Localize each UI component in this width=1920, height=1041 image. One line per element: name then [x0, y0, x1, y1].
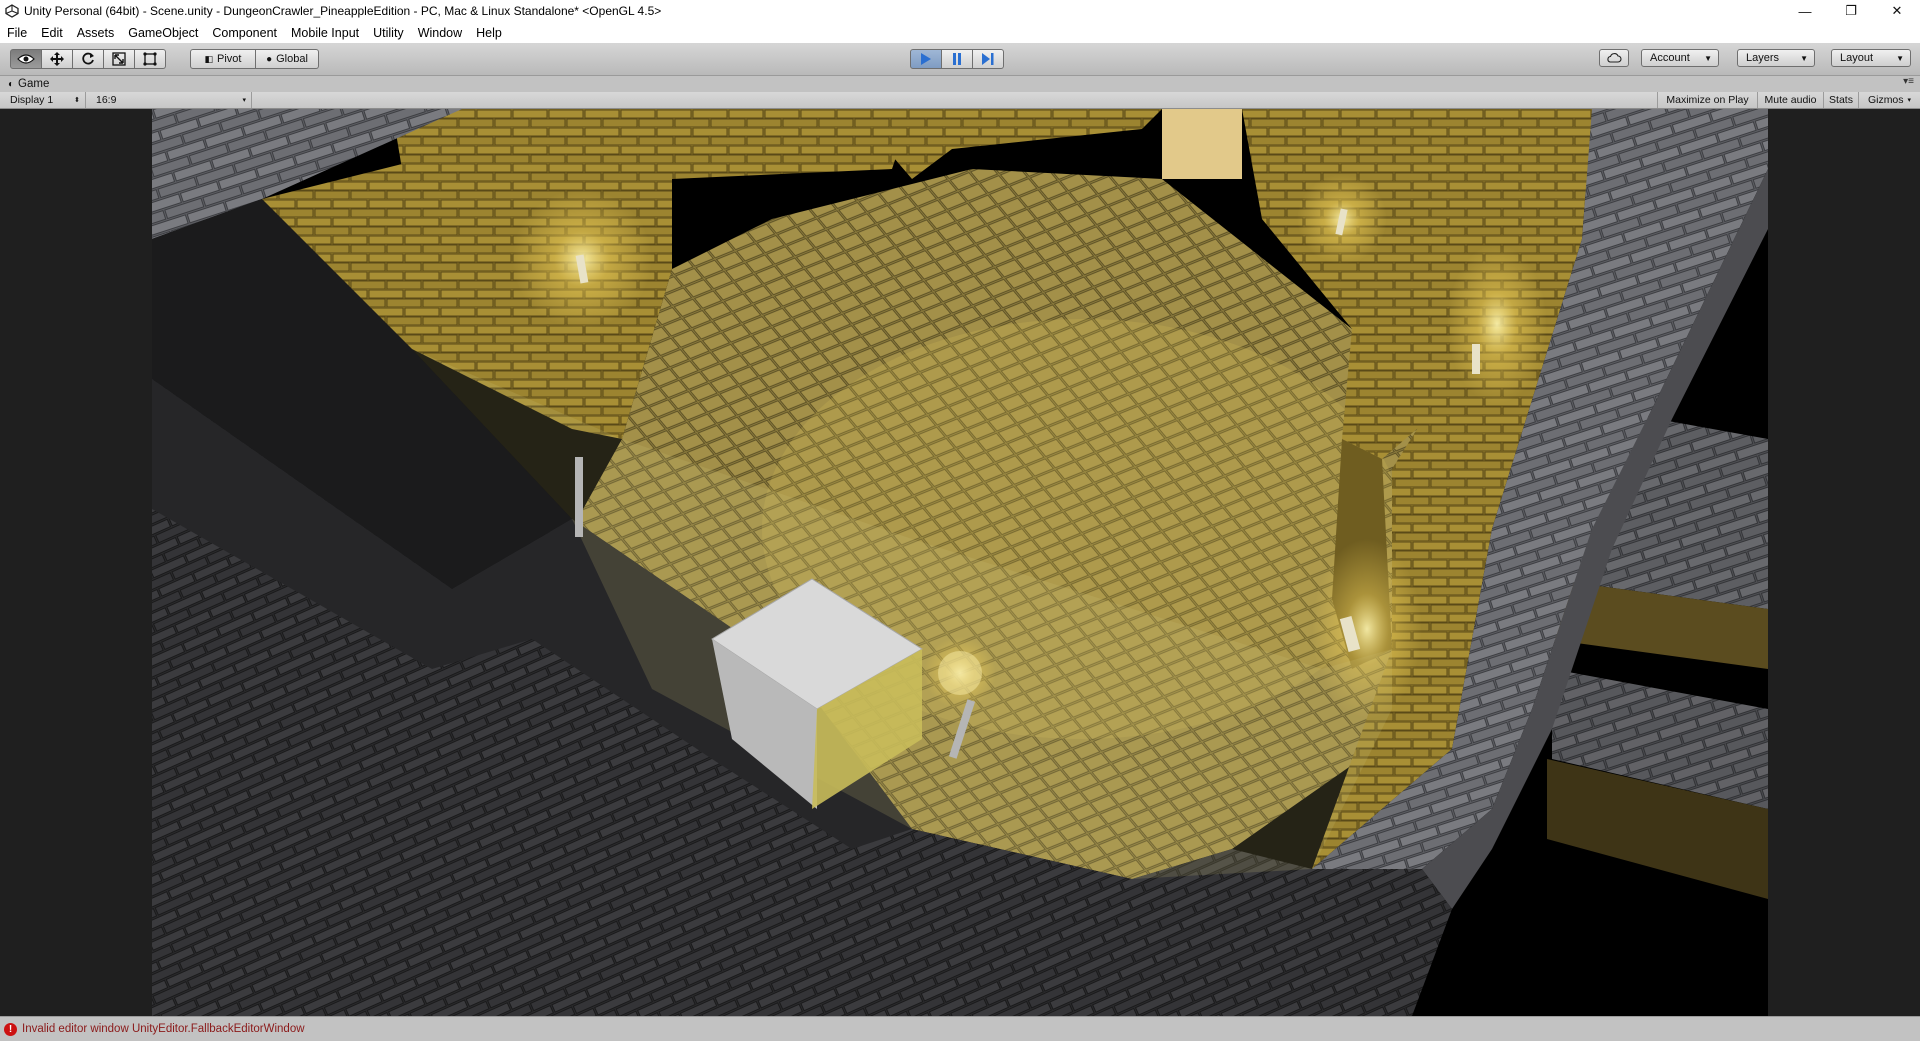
eye-icon	[17, 54, 35, 64]
tab-game-label: Game	[18, 78, 50, 90]
dropdown-arrow-icon: ▼	[1704, 53, 1712, 63]
pause-button[interactable]	[942, 49, 973, 69]
layers-dropdown[interactable]: Layers ▼	[1737, 49, 1815, 67]
menu-utility[interactable]: Utility	[366, 26, 411, 40]
menu-help[interactable]: Help	[469, 26, 509, 40]
pivot-label: Pivot	[217, 53, 242, 65]
pivot-icon: ◧	[204, 53, 214, 64]
menu-file[interactable]: File	[0, 26, 34, 40]
error-icon: !	[4, 1022, 17, 1036]
dropdown-arrow-icon: ▾	[242, 97, 246, 104]
menu-component[interactable]: Component	[205, 26, 284, 40]
display-label: Display 1	[10, 94, 54, 106]
game-render[interactable]	[152, 109, 1768, 1016]
menu-bar: File Edit Assets GameObject Component Mo…	[0, 22, 1920, 43]
scale-tool-button[interactable]	[104, 49, 135, 69]
gizmos-label: Gizmos	[1867, 94, 1904, 106]
game-view-controls: Display 1 ⬍ 16:9 ▾ Maximize on Play Mute…	[0, 92, 1920, 109]
move-tool-button[interactable]	[42, 49, 73, 69]
layout-dropdown[interactable]: Layout ▼	[1831, 49, 1911, 67]
transform-tools	[10, 49, 166, 69]
menu-window[interactable]: Window	[411, 26, 469, 40]
rotate-tool-button[interactable]	[73, 49, 104, 69]
gizmos-dropdown[interactable]: Gizmos ▾	[1858, 92, 1920, 108]
game-viewport[interactable]	[0, 109, 1920, 1016]
layers-label: Layers	[1746, 52, 1780, 64]
account-label: Account	[1650, 52, 1690, 64]
close-button[interactable]: ✕	[1874, 0, 1920, 22]
game-controller-icon: ◐	[8, 78, 15, 90]
status-message[interactable]: Invalid editor window UnityEditor.Fallba…	[22, 1023, 305, 1035]
cloud-button[interactable]	[1599, 49, 1629, 67]
window-title-bar: Unity Personal (64bit) - Scene.unity - D…	[0, 0, 1920, 22]
unity-logo-icon	[4, 3, 20, 19]
dropdown-arrow-icon: ▾	[1907, 97, 1912, 104]
account-dropdown[interactable]: Account ▼	[1641, 49, 1719, 67]
rect-tool-button[interactable]	[135, 49, 166, 69]
move-arrows-icon	[50, 52, 64, 66]
tab-menu-icon[interactable]: ▾≡	[1903, 76, 1914, 87]
pause-icon	[953, 53, 961, 65]
play-controls	[910, 49, 1004, 69]
maximize-on-play-toggle[interactable]: Maximize on Play	[1657, 92, 1757, 108]
aspect-label: 16:9	[96, 94, 117, 106]
menu-gameobject[interactable]: GameObject	[121, 26, 205, 40]
play-icon	[921, 53, 931, 65]
rect-transform-icon	[143, 52, 157, 66]
main-toolbar: ◧ Pivot ● Global Account ▼ Layers ▼ Layo…	[0, 43, 1920, 76]
menu-assets[interactable]: Assets	[70, 26, 122, 40]
dropdown-arrow-icon: ▼	[1800, 53, 1808, 63]
mute-audio-toggle[interactable]: Mute audio	[1757, 92, 1823, 108]
hand-tool-button[interactable]	[10, 49, 42, 69]
updown-arrow-icon: ⬍	[74, 97, 80, 104]
pivot-toggle[interactable]: ◧ Pivot	[190, 49, 256, 69]
aspect-dropdown[interactable]: 16:9 ▾	[86, 92, 252, 108]
cloud-icon	[1607, 53, 1622, 63]
pivot-global-toggles: ◧ Pivot ● Global	[190, 49, 319, 69]
globe-icon: ●	[266, 53, 273, 65]
tab-game[interactable]: ◐ Game	[8, 78, 49, 90]
step-icon	[982, 53, 994, 65]
status-bar: ! Invalid editor window UnityEditor.Fall…	[0, 1016, 1920, 1041]
menu-edit[interactable]: Edit	[34, 26, 70, 40]
window-title: Unity Personal (64bit) - Scene.unity - D…	[24, 4, 662, 18]
step-button[interactable]	[973, 49, 1004, 69]
scale-icon	[112, 52, 126, 66]
global-label: Global	[276, 53, 308, 65]
minimize-button[interactable]: —	[1782, 0, 1828, 22]
menu-mobile-input[interactable]: Mobile Input	[284, 26, 366, 40]
dungeon-scene-render	[152, 109, 1768, 1016]
global-toggle[interactable]: ● Global	[256, 49, 319, 69]
maximize-button[interactable]: ❐	[1828, 0, 1874, 22]
stats-toggle[interactable]: Stats	[1823, 92, 1858, 108]
display-dropdown[interactable]: Display 1 ⬍	[0, 92, 86, 108]
rotate-icon	[82, 52, 94, 65]
layout-label: Layout	[1840, 52, 1874, 64]
game-tab-strip: ◐ Game ▾≡	[0, 76, 1920, 92]
play-button[interactable]	[910, 49, 942, 69]
dropdown-arrow-icon: ▼	[1896, 53, 1904, 63]
